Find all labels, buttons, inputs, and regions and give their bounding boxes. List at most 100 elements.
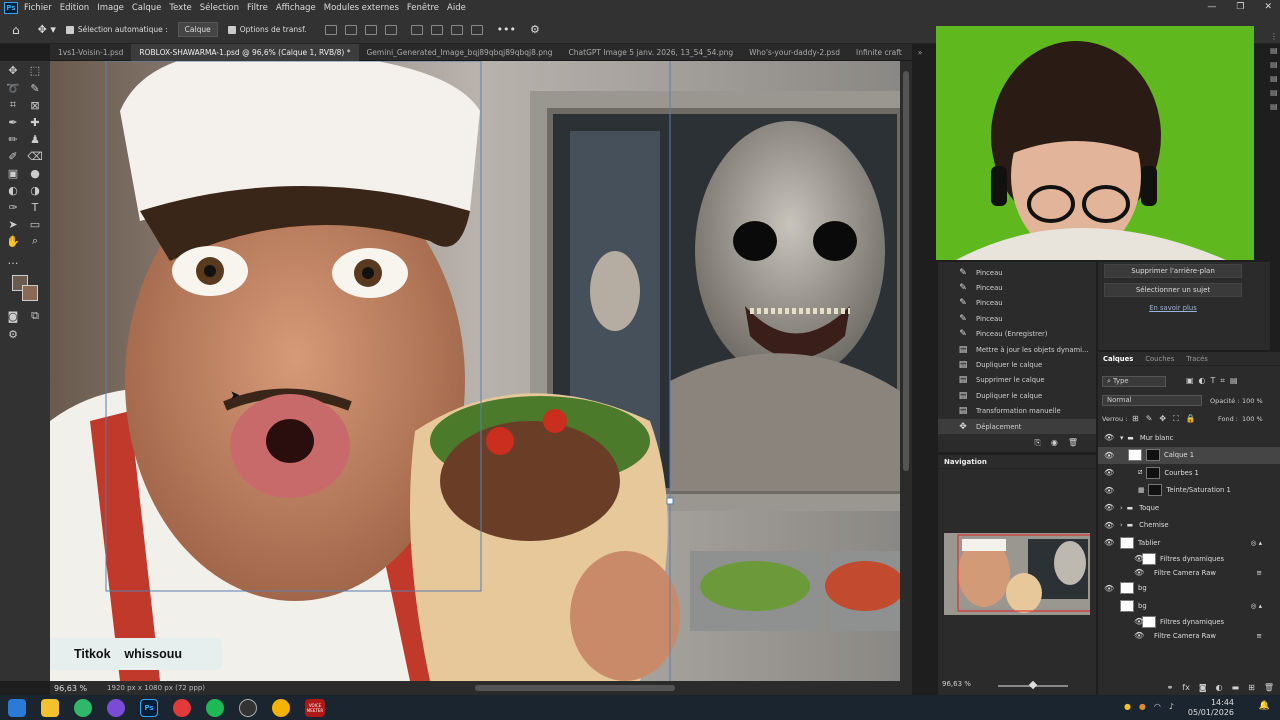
learn-more-link[interactable]: En savoir plus: [1104, 304, 1242, 312]
history-item[interactable]: ▤ Dupliquer le calque: [938, 388, 1096, 403]
chevron-right-icon[interactable]: ›: [1120, 521, 1123, 529]
menu-fenetre[interactable]: Fenêtre: [407, 3, 439, 13]
type-tool-icon[interactable]: T: [28, 200, 42, 214]
vertical-scrollbar[interactable]: [900, 61, 912, 681]
eye-icon[interactable]: 👁: [1104, 584, 1114, 593]
pen-tool-icon[interactable]: ✑: [6, 200, 20, 214]
new-document-icon[interactable]: ⎘: [1034, 438, 1040, 448]
adjustment-icon[interactable]: ◐: [1216, 683, 1223, 692]
eye-icon[interactable]: 👁: [1104, 433, 1114, 442]
opacity-value[interactable]: 100 %: [1242, 397, 1263, 405]
gear-icon[interactable]: ⚙: [530, 23, 540, 36]
zoom-readout[interactable]: 96,63 %: [54, 684, 87, 693]
select-subject-button[interactable]: Sélectionner un sujet: [1104, 283, 1242, 297]
spotify-icon[interactable]: [206, 698, 224, 717]
history-item-active[interactable]: ✥ Déplacement: [938, 418, 1096, 435]
move-tool-icon[interactable]: ✥ ▾: [38, 23, 56, 36]
menu-fichier[interactable]: Fichier: [24, 3, 52, 13]
new-layer-icon[interactable]: ⊞: [1248, 683, 1255, 692]
lock-icons[interactable]: ⊞✎✥⛶🔒: [1132, 414, 1203, 424]
volume-icon[interactable]: ♪: [1169, 702, 1174, 711]
remove-background-button[interactable]: Supprimer l'arrière-plan: [1104, 264, 1242, 278]
camera-icon[interactable]: ◉: [1051, 438, 1058, 448]
menu-affichage[interactable]: Affichage: [276, 3, 316, 13]
wifi-icon[interactable]: ◠: [1154, 702, 1161, 711]
eyedropper-tool-icon[interactable]: ✒: [6, 115, 20, 129]
tab-roblox-shawarma[interactable]: ROBLOX-SHAWARMA-1.psd @ 96,6% (Calque 1,…: [131, 43, 359, 61]
layer-row[interactable]: 👁 ⧄ Courbes 1: [1098, 464, 1280, 482]
layer-row[interactable]: 👁 ▦ Teinte/Saturation 1: [1098, 482, 1280, 500]
fill-value[interactable]: 100 %: [1242, 415, 1263, 423]
healing-tool-icon[interactable]: ✚: [28, 115, 42, 129]
eye-icon[interactable]: 👁: [1104, 521, 1114, 530]
history-item[interactable]: ✎ Pinceau: [938, 311, 1096, 326]
eye-icon[interactable]: 👁: [1134, 631, 1144, 640]
background-color-swatch[interactable]: [22, 285, 38, 301]
app-icon[interactable]: [239, 698, 257, 717]
trash-icon[interactable]: 🗑: [1264, 683, 1274, 692]
app-icon[interactable]: [107, 698, 125, 717]
dodge-tool-icon[interactable]: ◐: [6, 183, 20, 197]
voicemeeter-icon[interactable]: VOICE MEETER: [305, 698, 325, 717]
menu-texte[interactable]: Texte: [169, 3, 191, 13]
rectangle-tool-icon[interactable]: ▭: [28, 217, 42, 231]
menu-aide[interactable]: Aide: [447, 3, 466, 13]
layer-filter-dropdown[interactable]: ⌕ Type: [1102, 376, 1166, 387]
history-item[interactable]: ▤ Mettre à jour les objets dynami...: [938, 342, 1096, 357]
blend-mode-dropdown[interactable]: Normal: [1102, 395, 1202, 406]
collapsed-panels[interactable]: ⋮ ▤ ▤ ▤ ▤ ▤: [1270, 30, 1280, 140]
tab-chatgpt-image[interactable]: ChatGPT Image 5 janv. 2026, 13_54_54.png: [561, 44, 742, 61]
layer-row[interactable]: 👁 bg: [1098, 580, 1280, 598]
tab-whos-your-daddy[interactable]: Who's-your-daddy-2.psd: [741, 44, 848, 61]
filter-row[interactable]: 👁 Filtres dynamiques: [1098, 615, 1280, 629]
close-icon[interactable]: ✕: [1264, 2, 1272, 12]
distribute-icons[interactable]: [410, 24, 487, 35]
chevron-right-icon[interactable]: ›: [1120, 504, 1123, 512]
eraser-tool-icon[interactable]: ⌫: [27, 149, 43, 163]
eye-icon[interactable]: 👁: [1104, 538, 1114, 547]
lasso-tool-icon[interactable]: ➰: [6, 81, 20, 95]
menu-modules[interactable]: Modules externes: [324, 3, 399, 13]
tab-calques[interactable]: Calques: [1103, 355, 1133, 363]
quick-mask-icon[interactable]: ◙: [6, 309, 20, 323]
eye-icon[interactable]: 👁: [1104, 486, 1114, 495]
eye-icon[interactable]: 👁: [1104, 468, 1114, 477]
tab-infinite-craft[interactable]: Infinite craft: [848, 44, 910, 61]
filter-row[interactable]: 👁 Filtres dynamiques: [1098, 552, 1280, 566]
minimize-icon[interactable]: —: [1207, 2, 1216, 12]
tab-couches[interactable]: Couches: [1145, 355, 1174, 363]
auto-select-checkbox[interactable]: Sélection automatique :: [65, 25, 168, 34]
tab-1vs1-voisin[interactable]: 1vs1-Voisin-1.psd: [50, 44, 131, 61]
tray-icon[interactable]: ●: [1139, 702, 1146, 711]
history-item[interactable]: ✎ Pinceau: [938, 265, 1096, 280]
layer-filter-icons[interactable]: ▣◐T⌗▤: [1186, 376, 1243, 386]
menu-edition[interactable]: Edition: [60, 3, 89, 13]
zoom-tool-icon[interactable]: ⌕: [28, 234, 42, 248]
trash-icon[interactable]: 🗑: [1068, 438, 1078, 448]
more-icon[interactable]: •••: [497, 23, 516, 36]
system-clock[interactable]: 14:44 05/01/2026: [1188, 698, 1234, 718]
screen-mode-icon[interactable]: ⧉: [28, 309, 42, 323]
history-item[interactable]: ▤ Transformation manuelle: [938, 404, 1096, 419]
move-tool-icon[interactable]: ✥: [6, 63, 20, 77]
menu-selection[interactable]: Sélection: [200, 3, 239, 13]
extra-tool-icon[interactable]: ⚙: [6, 327, 20, 341]
navigator-zoom[interactable]: 96,63 %: [942, 680, 971, 688]
tab-gemini-image[interactable]: Gemini_Generated_Image_bqj89qbqj89qbqj8.…: [359, 44, 561, 61]
filter-item-row[interactable]: 👁 Filtre Camera Raw ≡: [1098, 566, 1280, 580]
tab-traces[interactable]: Tracés: [1186, 355, 1208, 363]
link-icon[interactable]: ⚭: [1167, 683, 1174, 692]
history-item[interactable]: ✎ Pinceau: [938, 296, 1096, 311]
file-explorer-icon[interactable]: [41, 698, 59, 717]
app-icon[interactable]: [173, 698, 191, 717]
windows-start-icon[interactable]: [8, 698, 26, 717]
photoshop-taskbar-icon[interactable]: Ps: [140, 698, 158, 717]
quick-select-tool-icon[interactable]: ✎: [28, 81, 42, 95]
home-icon[interactable]: ⌂: [12, 23, 20, 37]
more-tabs-icon[interactable]: »: [910, 44, 931, 61]
gradient-tool-icon[interactable]: ▣: [6, 166, 20, 180]
align-icons[interactable]: [324, 24, 401, 35]
eye-icon[interactable]: 👁: [1134, 568, 1144, 577]
notification-icon[interactable]: 🔔: [1259, 701, 1270, 711]
eye-icon[interactable]: 👁: [1104, 451, 1114, 460]
